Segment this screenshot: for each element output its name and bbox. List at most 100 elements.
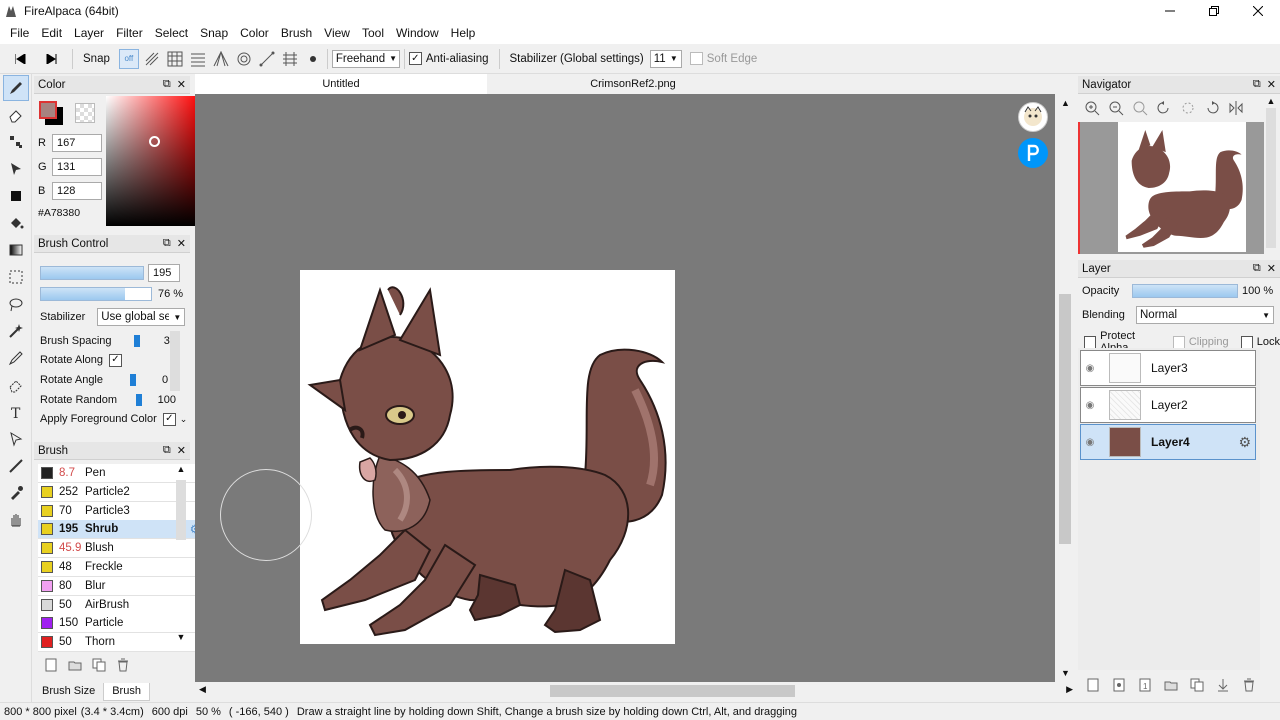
delete-layer-icon[interactable] bbox=[1242, 678, 1256, 692]
apply-fg-checkbox[interactable]: ✓ bbox=[162, 412, 176, 426]
menu-file[interactable]: File bbox=[4, 26, 35, 40]
brush-control-scrollbar[interactable] bbox=[170, 331, 180, 391]
snap-lines-icon[interactable] bbox=[188, 49, 208, 69]
chevron-up-icon[interactable]: ▲ bbox=[1061, 98, 1070, 108]
close-icon[interactable]: ✕ bbox=[177, 444, 186, 457]
snap-circle-icon[interactable] bbox=[234, 49, 254, 69]
canvas-area[interactable] bbox=[195, 94, 1055, 682]
snap-3d-icon[interactable] bbox=[280, 49, 300, 69]
move-tool-icon[interactable] bbox=[3, 156, 29, 182]
rotate-right-icon[interactable] bbox=[1204, 100, 1220, 116]
zoom-out-icon[interactable] bbox=[1108, 100, 1124, 116]
select-pen-tool-icon[interactable] bbox=[3, 345, 29, 371]
menu-snap[interactable]: Snap bbox=[194, 26, 234, 40]
rotate-left-icon[interactable] bbox=[1156, 100, 1172, 116]
layer-folder-icon[interactable] bbox=[1164, 678, 1178, 692]
duplicate-brush-icon[interactable] bbox=[92, 658, 106, 672]
rotate-along-checkbox[interactable]: ✓ bbox=[109, 353, 122, 367]
minimize-button[interactable] bbox=[1148, 0, 1192, 22]
saturation-value-picker[interactable] bbox=[106, 96, 201, 226]
new-brush-icon[interactable] bbox=[44, 658, 58, 672]
brush-list-scrollbar[interactable]: ▲ ▼ bbox=[174, 464, 188, 652]
snap-curve-icon[interactable] bbox=[257, 49, 277, 69]
lock-checkbox[interactable] bbox=[1240, 335, 1253, 349]
new-1bit-layer-icon[interactable]: 1 bbox=[1138, 678, 1152, 692]
select-tool-icon[interactable] bbox=[3, 264, 29, 290]
transparent-color-swatch[interactable] bbox=[75, 103, 95, 123]
color-picker-handle[interactable] bbox=[149, 136, 160, 147]
float-icon[interactable]: ⧉ bbox=[163, 237, 171, 250]
snap-parallel-icon[interactable] bbox=[142, 49, 162, 69]
menu-brush[interactable]: Brush bbox=[275, 26, 318, 40]
green-input[interactable]: 131 bbox=[52, 158, 102, 176]
close-icon[interactable]: ✕ bbox=[1267, 78, 1276, 91]
select-eraser-tool-icon[interactable] bbox=[3, 372, 29, 398]
blue-input[interactable]: 128 bbox=[52, 182, 102, 200]
pixiv-icon[interactable] bbox=[1018, 138, 1048, 168]
hand-tool-icon[interactable] bbox=[3, 507, 29, 533]
chevron-down-icon[interactable]: ⌄ bbox=[180, 414, 188, 425]
layer-row-layer4[interactable]: ◉ Layer4 ⚙ bbox=[1080, 424, 1256, 460]
canvas-vertical-scrollbar[interactable]: ▲ ▼ bbox=[1057, 94, 1075, 682]
vertical-scroll-thumb[interactable] bbox=[1059, 294, 1071, 544]
float-icon[interactable]: ⧉ bbox=[1253, 262, 1261, 275]
menu-filter[interactable]: Filter bbox=[110, 26, 149, 40]
eraser-tool-icon[interactable] bbox=[3, 102, 29, 128]
menu-edit[interactable]: Edit bbox=[35, 26, 68, 40]
prev-frame-icon[interactable] bbox=[10, 48, 32, 70]
snap-grid-icon[interactable] bbox=[165, 49, 185, 69]
tab-brush[interactable]: Brush bbox=[103, 683, 150, 701]
snap-off-button[interactable]: off bbox=[118, 48, 139, 69]
new-layer-icon[interactable] bbox=[1086, 678, 1100, 692]
eye-icon[interactable]: ◉ bbox=[1081, 437, 1099, 448]
menu-color[interactable]: Color bbox=[234, 26, 275, 40]
close-icon[interactable]: ✕ bbox=[177, 78, 186, 91]
menu-layer[interactable]: Layer bbox=[68, 26, 110, 40]
clipping-checkbox[interactable] bbox=[1172, 335, 1185, 349]
antialias-checkbox[interactable]: ✓ bbox=[408, 52, 422, 65]
scrollbar-thumb[interactable] bbox=[176, 480, 186, 540]
gradient-tool-icon[interactable] bbox=[3, 237, 29, 263]
rotate-reset-icon[interactable] bbox=[1180, 100, 1196, 116]
protect-alpha-checkbox[interactable] bbox=[1084, 335, 1097, 349]
alpaca-icon[interactable] bbox=[1018, 102, 1048, 132]
snap-perspective-icon[interactable] bbox=[211, 49, 231, 69]
layer-blending-select[interactable]: Normal ▼ bbox=[1136, 306, 1274, 324]
red-input[interactable]: 167 bbox=[52, 134, 102, 152]
fill-rect-tool-icon[interactable] bbox=[3, 183, 29, 209]
scrollbar-thumb[interactable] bbox=[1266, 108, 1276, 248]
dot-tool-icon[interactable] bbox=[3, 129, 29, 155]
tab-brush-size[interactable]: Brush Size bbox=[34, 683, 103, 701]
tab-crimsonref[interactable]: CrimsonRef2.png bbox=[487, 74, 779, 94]
lasso-tool-icon[interactable] bbox=[3, 291, 29, 317]
close-icon[interactable]: ✕ bbox=[177, 237, 186, 250]
magic-wand-tool-icon[interactable] bbox=[3, 318, 29, 344]
delete-brush-icon[interactable] bbox=[116, 658, 130, 672]
menu-help[interactable]: Help bbox=[445, 26, 482, 40]
layer-row-layer2[interactable]: ◉ Layer2 bbox=[1080, 387, 1256, 423]
gear-icon[interactable]: ⚙ bbox=[1238, 434, 1251, 451]
chevron-up-icon[interactable]: ▲ bbox=[174, 464, 188, 474]
new-halftone-layer-icon[interactable] bbox=[1112, 678, 1126, 692]
rotate-angle-slider[interactable] bbox=[130, 374, 154, 386]
menu-view[interactable]: View bbox=[318, 26, 356, 40]
menu-window[interactable]: Window bbox=[390, 26, 445, 40]
brush-size-slider[interactable] bbox=[40, 266, 144, 280]
operation-tool-icon[interactable] bbox=[3, 426, 29, 452]
draw-mode-select[interactable]: Freehand ▼ bbox=[331, 49, 400, 68]
zoom-in-icon[interactable] bbox=[1084, 100, 1100, 116]
float-icon[interactable]: ⧉ bbox=[163, 78, 171, 91]
next-frame-icon[interactable] bbox=[40, 48, 62, 70]
duplicate-layer-icon[interactable] bbox=[1190, 678, 1204, 692]
eye-icon[interactable]: ◉ bbox=[1081, 363, 1099, 374]
menu-select[interactable]: Select bbox=[149, 26, 194, 40]
brush-tool-icon[interactable] bbox=[3, 75, 29, 101]
layer-row-layer3[interactable]: ◉ Layer3 bbox=[1080, 350, 1256, 386]
float-icon[interactable]: ⧉ bbox=[163, 444, 171, 457]
menu-tool[interactable]: Tool bbox=[356, 26, 390, 40]
chevron-down-icon[interactable]: ▼ bbox=[1061, 668, 1070, 678]
chevron-up-icon[interactable]: ▲ bbox=[1264, 96, 1278, 106]
pen-nib-tool-icon[interactable] bbox=[3, 453, 29, 479]
stabilizer-select[interactable]: 11 ▼ bbox=[649, 49, 682, 68]
chevron-down-icon[interactable]: ▼ bbox=[174, 632, 188, 642]
